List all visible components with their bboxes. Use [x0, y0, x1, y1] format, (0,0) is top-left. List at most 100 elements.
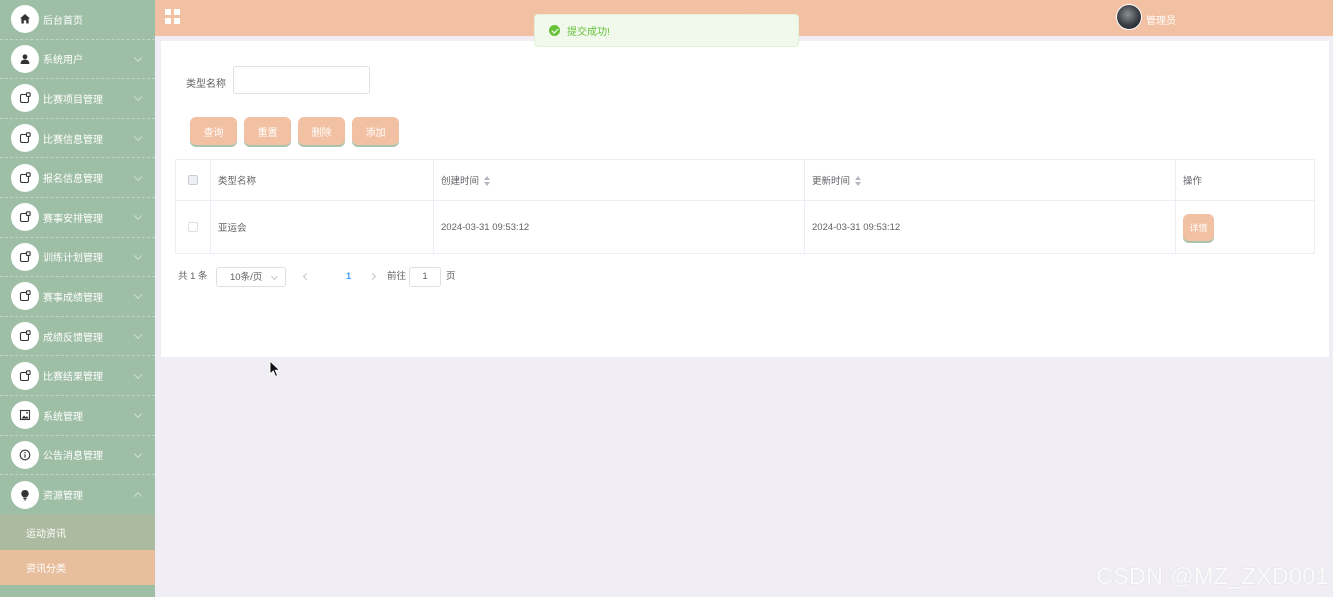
sidebar-item-label: 赛事成绩管理 — [43, 292, 103, 304]
chevron-down-icon — [133, 53, 143, 62]
module-icon — [11, 84, 39, 113]
user-name[interactable]: 管理员 — [1146, 12, 1176, 27]
sidebar-item-label: 后台首页 — [43, 15, 83, 27]
column-label: 更新时间 — [812, 176, 851, 187]
cell-ops: 详情 — [1175, 200, 1315, 254]
chevron-down-icon — [133, 330, 143, 340]
picture-icon — [11, 401, 39, 430]
module-icon — [11, 124, 39, 153]
prev-page-icon[interactable] — [300, 267, 312, 287]
sidebar-item-label: 比赛信息管理 — [43, 134, 103, 146]
sidebar-item-label: 报名信息管理 — [43, 174, 103, 186]
goto-page-input[interactable]: 1 — [409, 267, 441, 287]
select-all-cell — [175, 159, 211, 201]
data-table: 类型名称 创建时间 更新时间 操作 亚运会 2024-03-31 09:53:1… — [175, 159, 1315, 254]
success-check-icon — [549, 25, 560, 36]
next-page-icon[interactable] — [366, 267, 378, 287]
sidebar-item-users[interactable]: 系统用户 — [0, 40, 155, 80]
content-card: 类型名称 查询 重置 删除 添加 类型名称 创建时间 更新时间 操作 亚运会 2… — [161, 41, 1329, 357]
filter-label: 类型名称 — [186, 79, 226, 90]
detail-button[interactable]: 详情 — [1183, 213, 1214, 241]
table-row: 亚运会 2024-03-31 09:53:12 2024-03-31 09:53… — [175, 200, 1315, 254]
chevron-down-icon — [133, 291, 143, 300]
sidebar-item-event-projects[interactable]: 比赛项目管理 — [0, 79, 155, 119]
select-all-checkbox[interactable] — [188, 174, 198, 185]
type-name-search-input[interactable] — [233, 66, 370, 94]
column-label: 类型名称 — [218, 176, 257, 187]
column-header-created[interactable]: 创建时间 — [433, 159, 805, 201]
row-select-cell — [175, 200, 211, 254]
sidebar-item-label: 成绩反馈管理 — [43, 332, 103, 344]
sidebar-subitem-label: 运动资讯 — [26, 528, 66, 540]
sidebar-item-feedback[interactable]: 成绩反馈管理 — [0, 317, 155, 357]
reset-button[interactable]: 重置 — [244, 117, 291, 145]
sidebar-item-label: 比赛项目管理 — [43, 94, 103, 106]
chevron-down-icon — [133, 370, 143, 379]
info-icon — [11, 440, 39, 469]
module-icon — [11, 203, 39, 232]
query-button[interactable]: 查询 — [190, 117, 237, 145]
sidebar-item-home[interactable]: 后台首页 — [0, 0, 155, 40]
sidebar-item-resources[interactable]: 资源管理 — [0, 475, 155, 515]
chevron-down-icon — [133, 409, 143, 419]
total-count: 共 1 条 — [178, 271, 208, 282]
avatar[interactable] — [1116, 4, 1142, 30]
table-header-row: 类型名称 创建时间 更新时间 操作 — [175, 159, 1315, 201]
sidebar: 后台首页 系统用户 比赛项目管理 比赛信息管理 报名信息管理 赛事安排管理 训练… — [0, 0, 155, 597]
sidebar-item-label: 资源管理 — [43, 491, 83, 503]
column-label: 创建时间 — [441, 176, 480, 187]
page-size-value: 10条/页 — [230, 272, 263, 283]
cell-created: 2024-03-31 09:53:12 — [433, 200, 805, 254]
chevron-down-icon — [133, 132, 143, 142]
cell-type-name: 亚运会 — [210, 200, 434, 254]
module-icon — [11, 242, 39, 271]
sidebar-item-label: 比赛结果管理 — [43, 372, 103, 384]
column-label: 操作 — [1183, 176, 1203, 187]
sidebar-item-label: 训练计划管理 — [43, 253, 103, 265]
module-icon — [11, 163, 39, 192]
chevron-down-icon — [270, 272, 279, 281]
sidebar-item-system[interactable]: 系统管理 — [0, 396, 155, 436]
user-icon — [11, 44, 39, 73]
sidebar-item-label: 公告消息管理 — [43, 451, 103, 463]
page-suffix: 页 — [446, 271, 456, 282]
chevron-down-icon — [133, 449, 143, 458]
sidebar-item-training[interactable]: 训练计划管理 — [0, 238, 155, 278]
column-header-updated[interactable]: 更新时间 — [804, 159, 1176, 201]
current-page[interactable]: 1 — [346, 267, 351, 287]
column-header-type-name: 类型名称 — [210, 159, 434, 201]
home-icon — [11, 5, 39, 34]
delete-button[interactable]: 删除 — [298, 117, 345, 145]
module-icon — [11, 361, 39, 390]
success-toast: 提交成功! — [534, 14, 799, 47]
sidebar-item-label: 赛事安排管理 — [43, 213, 103, 225]
sidebar-item-label: 系统用户 — [43, 55, 83, 67]
sidebar-subitem-label: 资讯分类 — [26, 563, 66, 575]
goto-label: 前往 — [387, 271, 407, 282]
sidebar-item-schedule[interactable]: 赛事安排管理 — [0, 198, 155, 238]
module-icon — [11, 282, 39, 311]
sidebar-subitem-sports-news[interactable]: 运动资讯 — [0, 514, 155, 550]
chevron-down-icon — [133, 172, 143, 181]
chevron-down-icon — [133, 93, 143, 102]
toast-message: 提交成功! — [567, 27, 610, 38]
sidebar-item-results[interactable]: 比赛结果管理 — [0, 356, 155, 396]
sidebar-item-registration[interactable]: 报名信息管理 — [0, 158, 155, 198]
sort-icon[interactable] — [854, 176, 861, 187]
sidebar-item-event-info[interactable]: 比赛信息管理 — [0, 119, 155, 159]
chevron-down-icon — [133, 211, 143, 221]
sidebar-item-scores[interactable]: 赛事成绩管理 — [0, 277, 155, 317]
module-icon — [11, 322, 39, 351]
mouse-cursor-icon — [269, 360, 281, 377]
sidebar-item-label: 系统管理 — [43, 411, 83, 423]
bulb-icon — [11, 480, 39, 509]
chevron-down-icon — [133, 251, 143, 260]
sidebar-subitem-news-category[interactable]: 资讯分类 — [0, 549, 155, 585]
add-button[interactable]: 添加 — [352, 117, 399, 145]
sidebar-item-announcements[interactable]: 公告消息管理 — [0, 436, 155, 476]
row-checkbox[interactable] — [188, 221, 198, 232]
chevron-up-icon — [133, 491, 143, 501]
page-size-select[interactable]: 10条/页 — [216, 267, 286, 287]
sort-icon[interactable] — [483, 176, 490, 187]
column-header-ops: 操作 — [1175, 159, 1315, 201]
